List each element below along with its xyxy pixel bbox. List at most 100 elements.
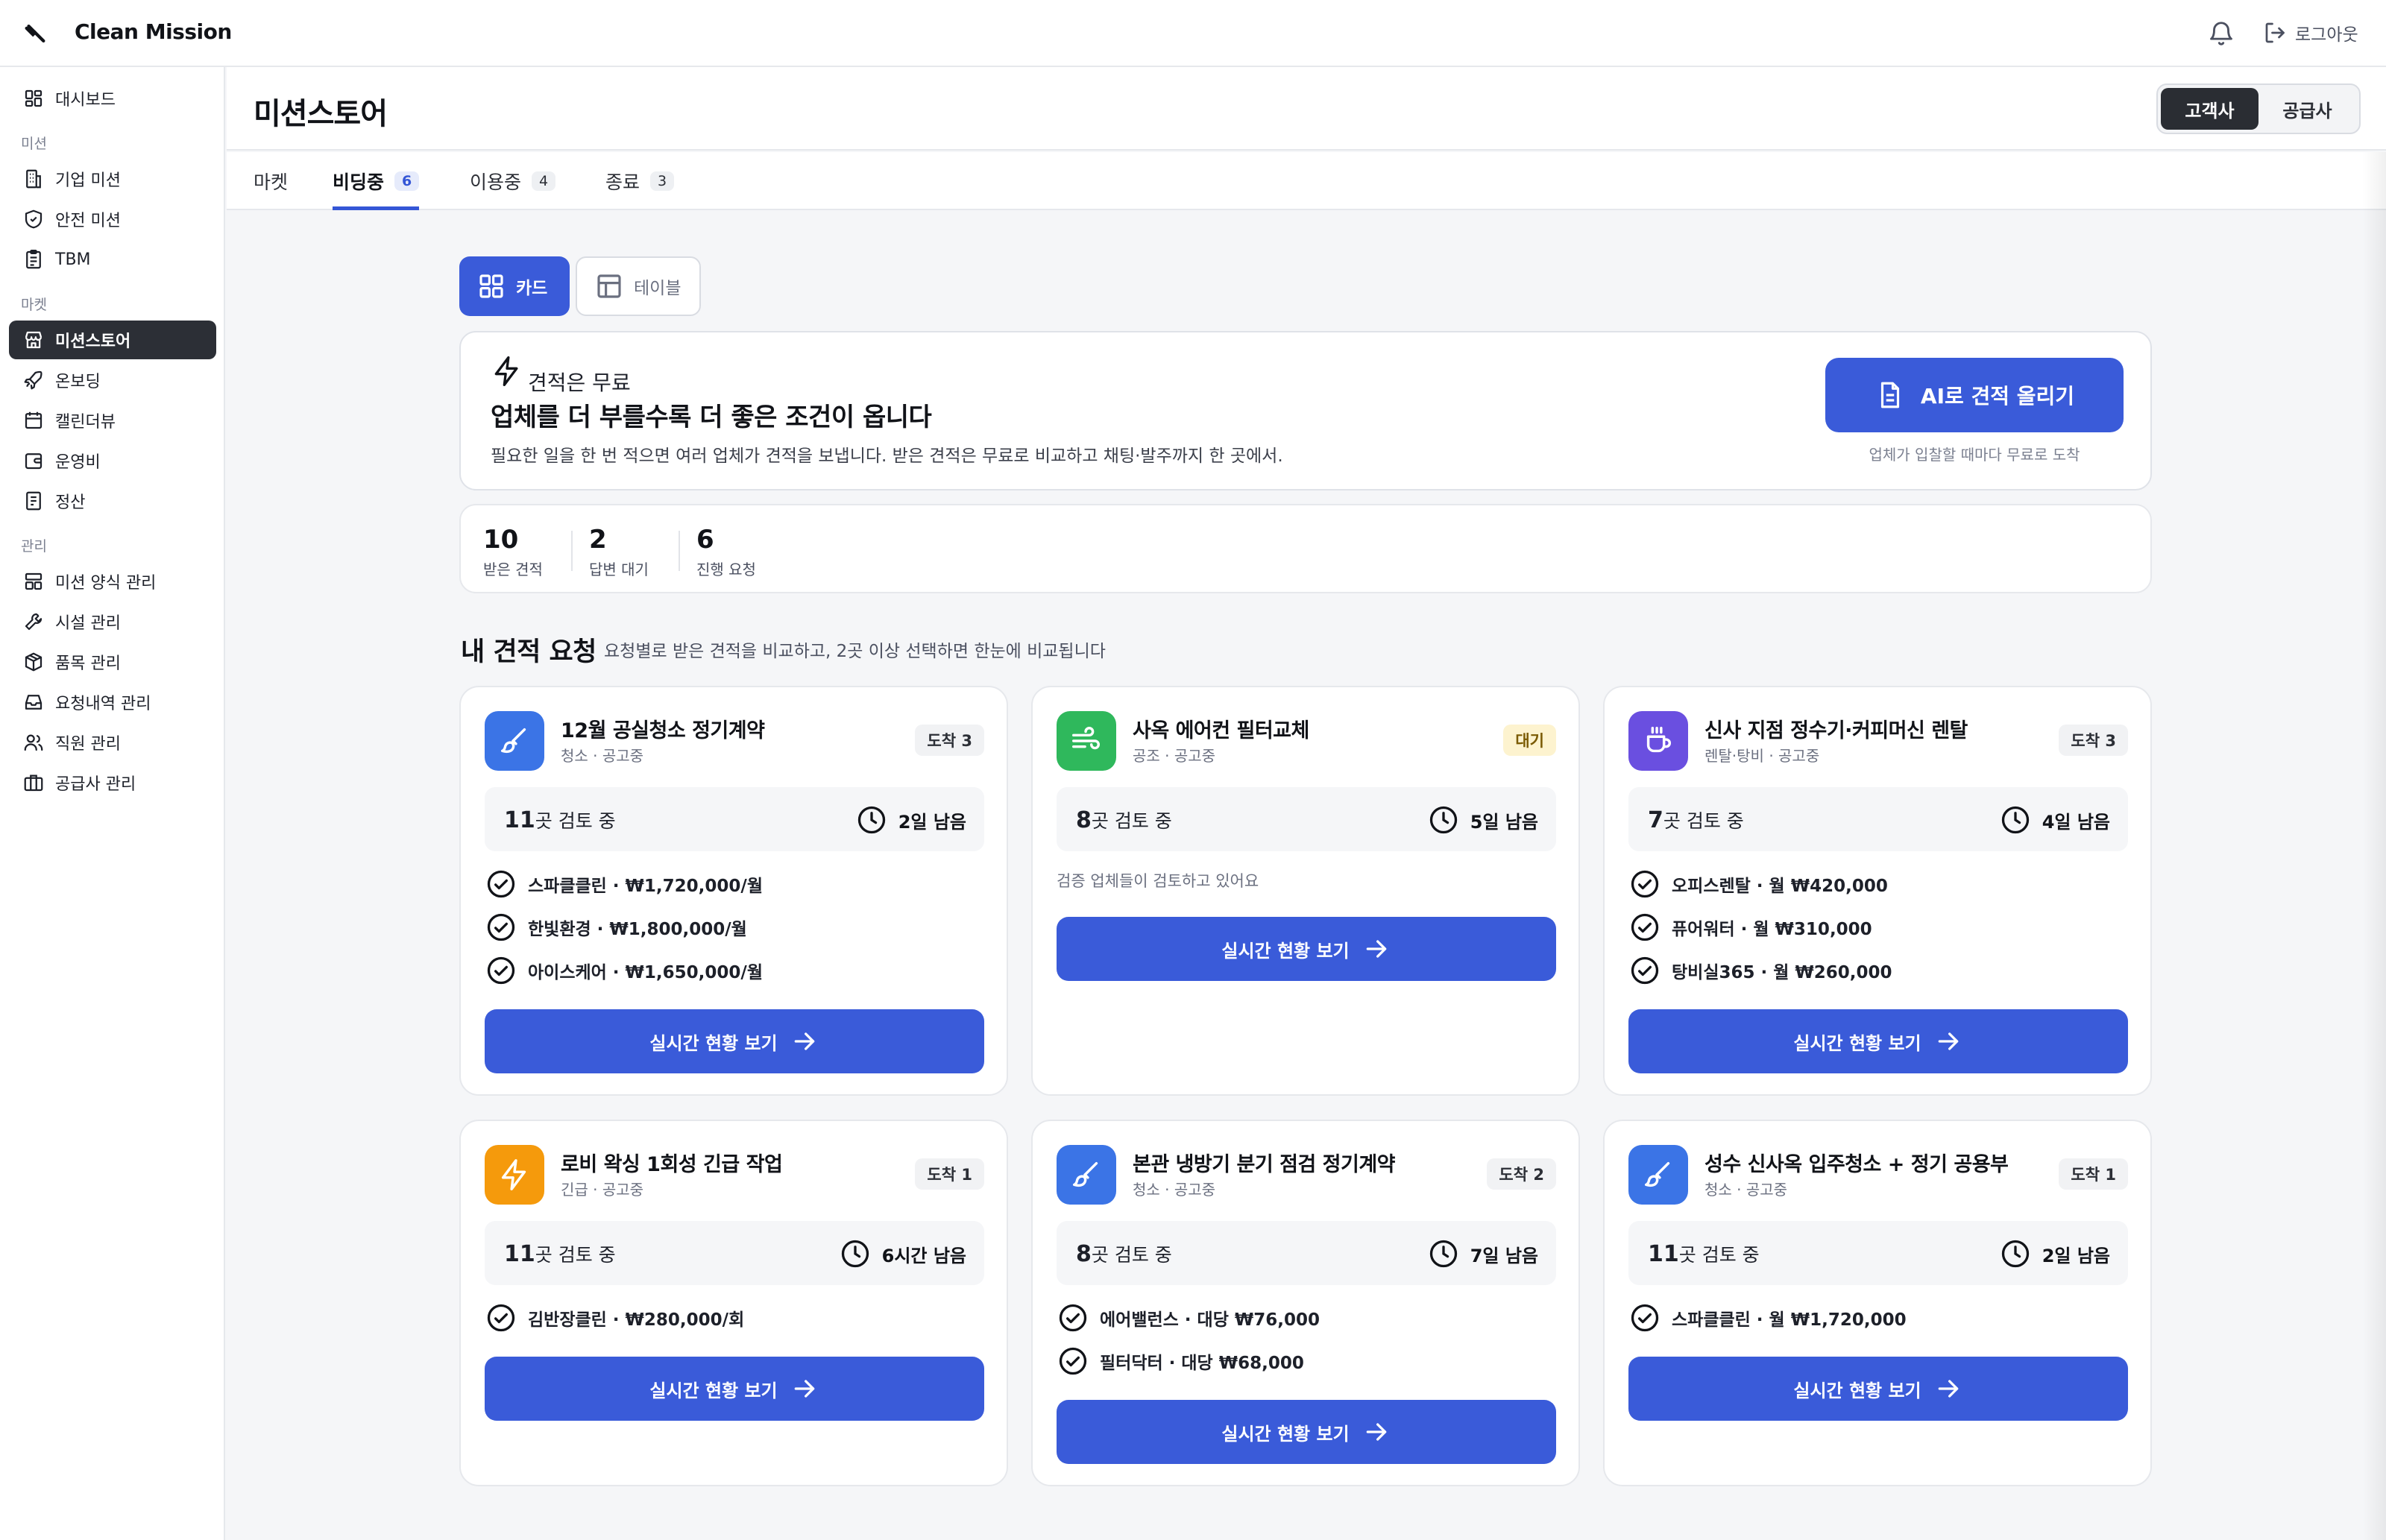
page-title: 미션스토어 bbox=[254, 97, 388, 131]
sidebar-item-form-manage[interactable]: 미션 양식 관리 bbox=[9, 562, 216, 601]
sidebar-item-mission-store[interactable]: 미션스토어 bbox=[9, 321, 216, 359]
sidebar-item-item-manage[interactable]: 품목 관리 bbox=[9, 643, 216, 681]
sidebar-item-settlement[interactable]: 정산 bbox=[9, 482, 216, 520]
promo-title: 업체를 더 부를수록 더 좋은 조건이 옵니다 bbox=[491, 403, 932, 432]
quote-request-card[interactable]: 사옥 에어컨 필터교체 공조 · 공고중 대기 8곳 검토 중 5일 남음 검증… bbox=[1031, 686, 1580, 1096]
review-status: 8곳 검토 중 7일 남음 bbox=[1057, 1221, 1556, 1285]
tab-bidding[interactable]: 비딩중 6 bbox=[333, 152, 420, 210]
live-status-button[interactable]: 실시간 현황 보기 bbox=[1057, 917, 1556, 981]
clipboard-icon bbox=[22, 248, 45, 271]
review-number: 11 bbox=[504, 807, 535, 833]
sidebar-item-label: 안전 미션 bbox=[55, 212, 121, 230]
check-circle-icon bbox=[485, 1301, 517, 1334]
review-status: 11곳 검토 중 2일 남음 bbox=[485, 787, 984, 851]
bell-icon[interactable] bbox=[2207, 19, 2235, 48]
sidebar-item-staff-manage[interactable]: 직원 관리 bbox=[9, 723, 216, 762]
bolt-icon bbox=[485, 1145, 544, 1205]
quote-request-card[interactable]: 신사 지점 정수기·커피머신 렌탈 렌탈·탕비 · 공고중 도착 3 7곳 검토… bbox=[1603, 686, 2152, 1096]
live-status-button[interactable]: 실시간 현황 보기 bbox=[485, 1009, 984, 1073]
role-supplier-button[interactable]: 공급사 bbox=[2258, 88, 2356, 130]
nav-section-mission: 미션 bbox=[21, 136, 47, 152]
review-status: 11곳 검토 중 2일 남음 bbox=[1628, 1221, 2128, 1285]
card-meta: 긴급 · 공고중 bbox=[561, 1181, 644, 1199]
time-remaining: 7일 남음 bbox=[1427, 1237, 1538, 1270]
time-label: 2일 남음 bbox=[2042, 1245, 2110, 1266]
bid-text: 에어밸런스 · 대당 ₩76,000 bbox=[1100, 1310, 1321, 1330]
time-label: 5일 남음 bbox=[1470, 811, 1538, 833]
sidebar-item-label: 온보딩 bbox=[55, 373, 101, 391]
review-number: 11 bbox=[1648, 1241, 1679, 1267]
sidebar-item-label: TBM bbox=[55, 250, 91, 269]
sidebar-item-label: 기업 미션 bbox=[55, 171, 121, 190]
role-customer-button[interactable]: 고객사 bbox=[2161, 88, 2258, 130]
promo-banner: 견적은 무료 업체를 더 부를수록 더 좋은 조건이 옵니다 필요한 일을 한 … bbox=[459, 331, 2152, 490]
role-toggle: 고객사 공급사 bbox=[2156, 83, 2361, 134]
quote-request-card[interactable]: 본관 냉방기 분기 점검 정기계약 청소 · 공고중 도착 2 8곳 검토 중 … bbox=[1031, 1120, 1580, 1486]
sidebar-item-request-manage[interactable]: 요청내역 관리 bbox=[9, 683, 216, 722]
tab-label: 마켓 bbox=[254, 171, 289, 193]
live-status-button[interactable]: 실시간 현황 보기 bbox=[1628, 1357, 2128, 1421]
sidebar-item-corporate-mission[interactable]: 기업 미션 bbox=[9, 160, 216, 198]
sidebar-item-onboarding[interactable]: 온보딩 bbox=[9, 361, 216, 400]
arrow-right-icon bbox=[790, 1374, 819, 1404]
tab-label: 이용중 bbox=[470, 171, 522, 193]
wrench-icon bbox=[22, 610, 45, 633]
sidebar-item-calendar[interactable]: 캘린더뷰 bbox=[9, 401, 216, 440]
tab-label: 종료 bbox=[605, 171, 640, 193]
arrow-right-icon bbox=[790, 1026, 819, 1056]
tab-market[interactable]: 마켓 bbox=[254, 152, 288, 210]
sidebar-item-supplier-manage[interactable]: 공급사 관리 bbox=[9, 763, 216, 802]
sidebar-item-tbm[interactable]: TBM bbox=[9, 240, 216, 279]
sidebar-item-operating-cost[interactable]: 운영비 bbox=[9, 441, 216, 480]
stat-active: 6 진행 요청 bbox=[696, 525, 756, 579]
stat-label: 진행 요청 bbox=[696, 561, 756, 578]
ai-quote-button[interactable]: AI로 견적 올리기 bbox=[1825, 358, 2124, 432]
table-view-button[interactable]: 테이블 bbox=[576, 256, 701, 316]
brand-name[interactable]: Clean Mission bbox=[75, 19, 232, 44]
arrow-right-icon bbox=[1933, 1374, 1963, 1404]
cta-label: 실시간 현황 보기 bbox=[1793, 1380, 1921, 1401]
review-status: 8곳 검토 중 5일 남음 bbox=[1057, 787, 1556, 851]
sidebar-item-facility-manage[interactable]: 시설 관리 bbox=[9, 602, 216, 641]
view-label: 테이블 bbox=[634, 279, 682, 298]
live-status-button[interactable]: 실시간 현황 보기 bbox=[485, 1357, 984, 1421]
tab-ended[interactable]: 종료 3 bbox=[605, 152, 675, 210]
card-view-button[interactable]: 카드 bbox=[459, 256, 570, 316]
check-circle-icon bbox=[485, 868, 517, 900]
live-status-button[interactable]: 실시간 현황 보기 bbox=[1628, 1009, 2128, 1073]
sidebar-item-label: 캘린더뷰 bbox=[55, 413, 116, 432]
logo-icon[interactable] bbox=[22, 21, 48, 46]
brush-icon bbox=[485, 711, 544, 771]
status-badge: 대기 bbox=[1503, 725, 1556, 756]
card-meta: 렌탈·탕비 · 공고중 bbox=[1704, 747, 1820, 765]
brush-icon bbox=[1628, 1145, 1688, 1205]
bid-item: 스파클클린 · 월 ₩1,720,000 bbox=[1628, 1301, 1907, 1334]
live-status-button[interactable]: 실시간 현황 보기 bbox=[1057, 1400, 1556, 1464]
quote-request-card[interactable]: 로비 왁싱 1회성 긴급 작업 긴급 · 공고중 도착 1 11곳 검토 중 6… bbox=[459, 1120, 1008, 1486]
sidebar-item-label: 시설 관리 bbox=[55, 614, 121, 633]
clock-icon bbox=[1427, 804, 1460, 836]
arrow-right-icon bbox=[1933, 1026, 1963, 1056]
review-suffix: 곳 검토 중 bbox=[1091, 1244, 1172, 1266]
cta-label: 실시간 현황 보기 bbox=[649, 1380, 778, 1401]
review-suffix: 곳 검토 중 bbox=[1678, 1244, 1760, 1266]
clock-icon bbox=[1999, 1237, 2032, 1270]
tab-in-use[interactable]: 이용중 4 bbox=[470, 152, 556, 210]
clock-icon bbox=[839, 1237, 872, 1270]
bid-item: 한빛환경 · ₩1,800,000/월 bbox=[485, 911, 747, 944]
bid-text: 스파클클린 · 월 ₩1,720,000 bbox=[1672, 1310, 1907, 1330]
inbox-icon bbox=[22, 691, 45, 713]
nav-section-manage: 관리 bbox=[21, 538, 47, 555]
scroll-edge-shadow bbox=[2362, 152, 2386, 1540]
time-remaining: 4일 남음 bbox=[1999, 804, 2110, 836]
quote-request-card[interactable]: 성수 신사옥 입주청소 + 정기 공용부 청소 · 공고중 도착 1 11곳 검… bbox=[1603, 1120, 2152, 1486]
bid-text: 아이스케어 · ₩1,650,000/월 bbox=[528, 963, 763, 982]
sidebar-item-dashboard[interactable]: 대시보드 bbox=[9, 79, 216, 118]
cta-label: 실시간 현황 보기 bbox=[1221, 940, 1350, 962]
review-status: 11곳 검토 중 6시간 남음 bbox=[485, 1221, 984, 1285]
layout-icon bbox=[22, 570, 45, 593]
quote-request-card[interactable]: 12월 공실청소 정기계약 청소 · 공고중 도착 3 11곳 검토 중 2일 … bbox=[459, 686, 1008, 1096]
logout-button[interactable]: 로그아웃 bbox=[2262, 19, 2358, 46]
wallet-icon bbox=[22, 449, 45, 472]
sidebar-item-safety-mission[interactable]: 안전 미션 bbox=[9, 200, 216, 239]
